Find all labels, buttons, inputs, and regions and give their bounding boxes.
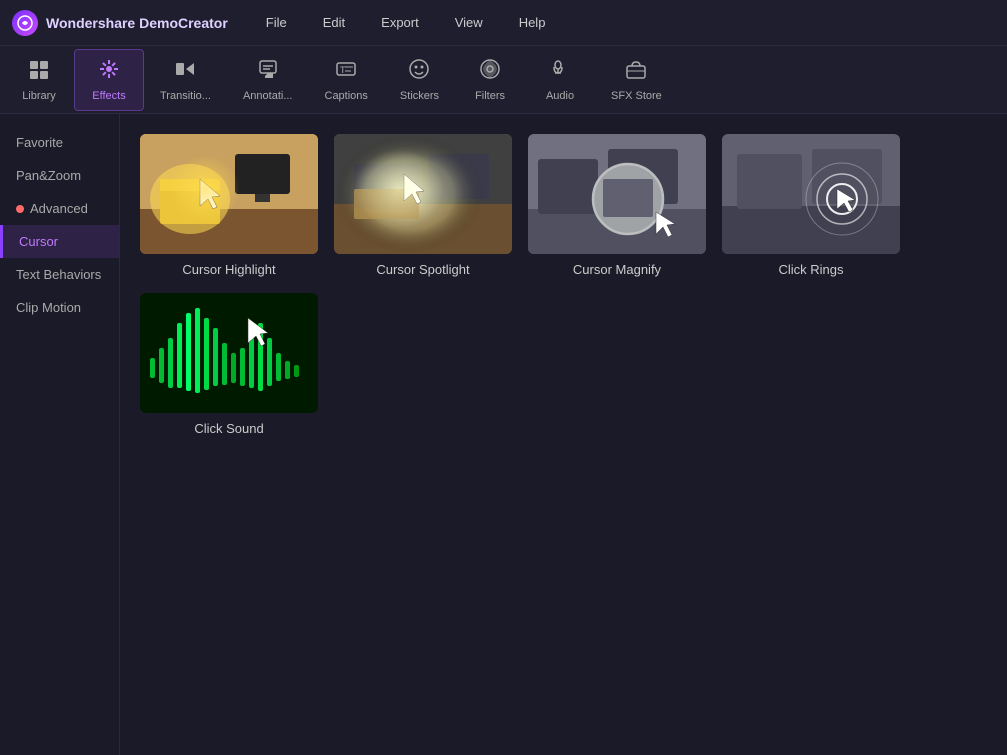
filters-icon — [479, 58, 501, 86]
toolbar-captions[interactable]: T Captions — [309, 49, 384, 111]
sidebar-item-clip-motion-label: Clip Motion — [16, 300, 81, 315]
app-logo: Wondershare DemoCreator — [12, 10, 228, 36]
sidebar-item-favorite-label: Favorite — [16, 135, 63, 150]
sidebar-item-favorite[interactable]: Favorite — [0, 126, 119, 159]
toolbar-library[interactable]: Library — [4, 49, 74, 111]
sidebar-item-pan-zoom-label: Pan&Zoom — [16, 168, 81, 183]
toolbar-library-label: Library — [22, 90, 56, 102]
effect-thumbnail-click-rings — [722, 134, 900, 254]
annotations-icon — [257, 58, 279, 86]
advanced-dot-icon — [16, 205, 24, 213]
menu-help[interactable]: Help — [513, 11, 552, 34]
toolbar-sfx-store[interactable]: SFX Store — [595, 49, 678, 111]
effect-thumbnail-cursor-highlight — [140, 134, 318, 254]
toolbar-captions-label: Captions — [325, 90, 368, 102]
toolbar-sfx-store-label: SFX Store — [611, 90, 662, 102]
toolbar-transitions[interactable]: Transitio... — [144, 49, 227, 111]
toolbar-annotations-label: Annotati... — [243, 90, 293, 102]
content-area: Cursor Highlight — [120, 114, 1007, 755]
menu-bar: Wondershare DemoCreator File Edit Export… — [0, 0, 1007, 46]
sidebar-item-text-behaviors[interactable]: Text Behaviors — [0, 258, 119, 291]
sidebar-item-text-behaviors-label: Text Behaviors — [16, 267, 101, 282]
audio-icon — [549, 58, 571, 86]
effect-label-cursor-spotlight: Cursor Spotlight — [334, 262, 512, 277]
effect-label-click-rings: Click Rings — [722, 262, 900, 277]
menu-view[interactable]: View — [449, 11, 489, 34]
toolbar-annotations[interactable]: Annotati... — [227, 49, 309, 111]
effects-icon — [98, 58, 120, 86]
captions-icon: T — [335, 58, 357, 86]
main-layout: Favorite Pan&Zoom Advanced Cursor Text B… — [0, 114, 1007, 755]
sidebar-item-cursor[interactable]: Cursor — [0, 225, 119, 258]
sidebar-item-advanced-label: Advanced — [30, 201, 88, 216]
sfx-store-icon — [625, 58, 647, 86]
effect-card-click-sound[interactable]: Click Sound — [140, 293, 318, 436]
toolbar-filters[interactable]: Filters — [455, 49, 525, 111]
effect-label-cursor-magnify: Cursor Magnify — [528, 262, 706, 277]
toolbar-effects[interactable]: Effects — [74, 49, 144, 111]
transitions-icon — [174, 58, 196, 86]
toolbar-effects-label: Effects — [92, 90, 125, 102]
effect-card-click-rings[interactable]: Click Rings — [722, 134, 900, 277]
sidebar-item-clip-motion[interactable]: Clip Motion — [0, 291, 119, 324]
effect-thumbnail-cursor-spotlight — [334, 134, 512, 254]
app-name: Wondershare DemoCreator — [46, 15, 228, 31]
effect-thumbnail-cursor-magnify — [528, 134, 706, 254]
toolbar-stickers-label: Stickers — [400, 90, 439, 102]
menu-edit[interactable]: Edit — [317, 11, 351, 34]
toolbar-stickers[interactable]: Stickers — [384, 49, 455, 111]
toolbar-audio-label: Audio — [546, 90, 574, 102]
menu-file[interactable]: File — [260, 11, 293, 34]
sidebar-item-pan-zoom[interactable]: Pan&Zoom — [0, 159, 119, 192]
app-logo-icon — [12, 10, 38, 36]
toolbar-audio[interactable]: Audio — [525, 49, 595, 111]
stickers-icon — [408, 58, 430, 86]
toolbar-filters-label: Filters — [475, 90, 505, 102]
sidebar-item-cursor-label: Cursor — [19, 234, 58, 249]
effect-label-cursor-highlight: Cursor Highlight — [140, 262, 318, 277]
sidebar: Favorite Pan&Zoom Advanced Cursor Text B… — [0, 114, 120, 755]
toolbar-transitions-label: Transitio... — [160, 90, 211, 102]
effect-card-cursor-spotlight[interactable]: Cursor Spotlight — [334, 134, 512, 277]
library-icon — [28, 58, 50, 86]
effect-card-cursor-magnify[interactable]: Cursor Magnify — [528, 134, 706, 277]
effect-card-cursor-highlight[interactable]: Cursor Highlight — [140, 134, 318, 277]
toolbar: Library Effects Transitio... — [0, 46, 1007, 114]
sidebar-item-advanced[interactable]: Advanced — [0, 192, 119, 225]
effect-label-click-sound: Click Sound — [140, 421, 318, 436]
effects-grid: Cursor Highlight — [140, 134, 987, 436]
menu-export[interactable]: Export — [375, 11, 425, 34]
effect-thumbnail-click-sound — [140, 293, 318, 413]
